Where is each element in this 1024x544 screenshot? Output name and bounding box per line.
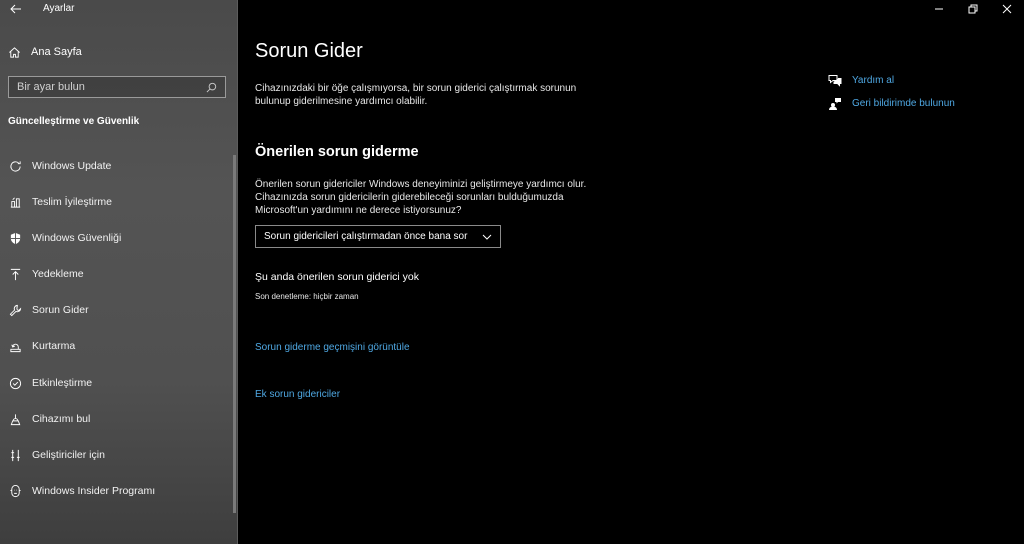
intro-text: Cihazınızdaki bir öğe çalışmıyorsa, bir … — [255, 83, 577, 107]
search-input[interactable] — [17, 81, 206, 93]
sidebar-item-label: Cihazımı bul — [32, 413, 91, 425]
sidebar-item-windows-update[interactable]: Windows Update — [8, 157, 228, 175]
sidebar-item-label: Kurtarma — [32, 340, 76, 352]
sidebar-item-label: Etkinleştirme — [32, 377, 93, 389]
feedback-person-icon — [829, 97, 841, 110]
sidebar: Ayarlar Ana Sayfa Güncelleştirme ve Güve… — [0, 0, 238, 544]
backup-upload-icon — [10, 268, 20, 280]
window-controls — [922, 0, 1024, 18]
recommended-description: Önerilen sorun gidericiler Windows deney… — [255, 179, 587, 216]
check-circle-icon — [9, 377, 21, 389]
feedback-label: Geri bildirimde bulunun — [852, 97, 955, 109]
shield-icon — [10, 232, 20, 244]
history-link[interactable]: Sorun giderme geçmişini görüntüle — [255, 342, 410, 353]
sidebar-item-delivery-optimization[interactable]: Teslim İyileştirme — [8, 193, 228, 211]
sidebar-item-label: Geliştiriciler için — [32, 449, 105, 461]
troubleshoot-preference-dropdown[interactable]: Sorun gidericileri çalıştırmadan önce ba… — [255, 225, 501, 248]
last-check-text: Son denetleme: hiçbir zaman — [255, 292, 359, 301]
close-icon — [1002, 4, 1012, 14]
sidebar-item-for-developers[interactable]: Geliştiriciler için — [8, 446, 228, 464]
sidebar-item-recovery[interactable]: Kurtarma — [8, 337, 228, 355]
sidebar-item-backup[interactable]: Yedekleme — [8, 265, 228, 283]
sidebar-item-label: Windows Insider Programı — [32, 485, 156, 497]
chevron-down-icon — [482, 234, 492, 240]
additional-troubleshooters-link[interactable]: Ek sorun gidericiler — [255, 389, 340, 400]
chat-help-icon — [828, 74, 842, 87]
close-button[interactable] — [990, 0, 1024, 18]
sidebar-item-label: Teslim İyileştirme — [32, 196, 112, 208]
back-button[interactable] — [8, 1, 24, 17]
section-title: Güncelleştirme ve Güvenlik — [8, 116, 140, 127]
main-content: Sorun Gider Cihazınızdaki bir öğe çalışm… — [238, 0, 1024, 544]
sidebar-item-label: Yedekleme — [32, 268, 84, 280]
dropdown-value: Sorun gidericileri çalıştırmadan önce ba… — [264, 231, 468, 242]
find-device-icon — [10, 413, 20, 425]
developer-icon — [10, 449, 20, 461]
sidebar-item-find-my-device[interactable]: Cihazımı bul — [8, 410, 228, 428]
search-box[interactable] — [8, 76, 226, 98]
restore-icon — [968, 4, 978, 14]
get-help-label: Yardım al — [852, 74, 895, 86]
sidebar-item-label: Sorun Gider — [32, 304, 89, 316]
app-title: Ayarlar — [43, 3, 75, 14]
sidebar-item-windows-insider[interactable]: Windows Insider Programı — [8, 482, 228, 500]
recovery-icon — [9, 343, 21, 352]
get-help-link[interactable]: Yardım al — [828, 73, 894, 87]
page-title: Sorun Gider — [255, 40, 363, 62]
recommended-heading: Önerilen sorun giderme — [255, 144, 419, 160]
sidebar-scrollbar[interactable] — [233, 155, 236, 513]
feedback-link[interactable]: Geri bildirimde bulunun — [828, 96, 955, 110]
sidebar-item-label: Windows Güvenliği — [32, 232, 122, 244]
refresh-icon — [9, 160, 21, 172]
home-label: Ana Sayfa — [31, 46, 82, 58]
sidebar-item-troubleshoot[interactable]: Sorun Gider — [8, 301, 228, 319]
wrench-icon — [9, 304, 21, 316]
sidebar-item-activation[interactable]: Etkinleştirme — [8, 374, 228, 392]
search-icon[interactable] — [206, 82, 217, 93]
sidebar-item-label: Windows Update — [32, 160, 112, 172]
delivery-optimization-icon — [10, 197, 20, 208]
insider-icon — [9, 484, 21, 497]
recommended-status: Şu anda önerilen sorun giderici yok — [255, 271, 420, 283]
sidebar-item-windows-security[interactable]: Windows Güvenliği — [8, 229, 228, 247]
back-arrow-icon — [10, 4, 21, 14]
home-icon — [9, 46, 20, 58]
sidebar-home[interactable]: Ana Sayfa — [8, 43, 82, 61]
restore-button[interactable] — [956, 0, 990, 18]
minimize-icon — [935, 8, 943, 10]
minimize-button[interactable] — [922, 0, 956, 18]
